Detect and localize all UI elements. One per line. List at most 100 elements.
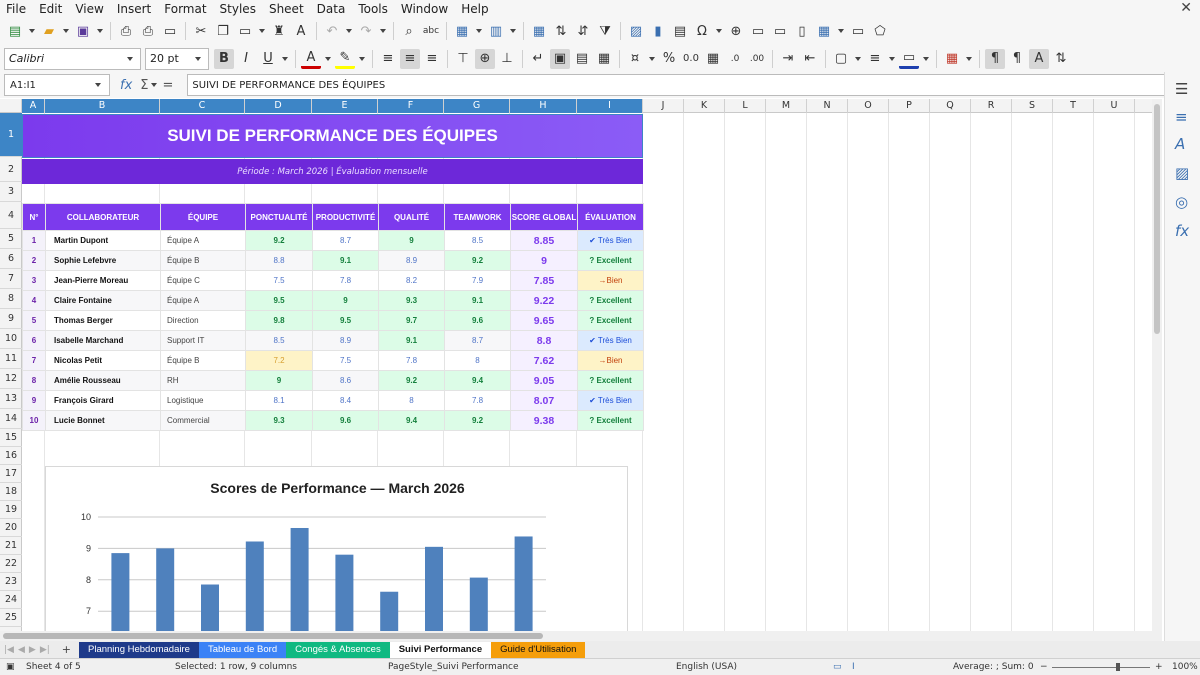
border-color-icon[interactable]: ▭ bbox=[899, 49, 919, 69]
teamwork-cell[interactable]: 7.8 bbox=[444, 390, 511, 411]
teamwork-cell[interactable]: 7.9 bbox=[444, 270, 511, 291]
teamwork-cell[interactable]: 9.1 bbox=[444, 290, 511, 311]
save-icon[interactable]: ▣ bbox=[73, 21, 93, 41]
clone-formatting-icon[interactable]: ♜ bbox=[269, 21, 289, 41]
selection-mode-icon[interactable]: ▭ bbox=[833, 662, 842, 672]
column-header-n[interactable]: N bbox=[807, 99, 848, 113]
insert-chart-icon[interactable]: ▮ bbox=[648, 21, 668, 41]
cut-icon[interactable]: ✂ bbox=[191, 21, 211, 41]
first-sheet-icon[interactable]: |◀ bbox=[4, 645, 14, 655]
column-header-c[interactable]: C bbox=[160, 99, 245, 113]
unmerge-icon[interactable]: ▤ bbox=[572, 49, 592, 69]
row-header-15[interactable]: 15 bbox=[0, 429, 22, 447]
column-header-j[interactable]: J bbox=[643, 99, 684, 113]
select-all-corner[interactable] bbox=[0, 99, 22, 113]
merge-cells-icon[interactable]: ▦ bbox=[594, 49, 614, 69]
split-window-icon[interactable]: ▭ bbox=[848, 21, 868, 41]
sort-descending-icon[interactable]: ⇵ bbox=[573, 21, 593, 41]
formula-equals-icon[interactable]: = bbox=[163, 78, 174, 93]
vertical-scrollbar[interactable] bbox=[1152, 99, 1162, 631]
row-number-cell[interactable]: 1 bbox=[22, 230, 46, 251]
align-middle-icon[interactable]: ⊕ bbox=[475, 48, 495, 69]
global-score-cell[interactable]: 7.85 bbox=[510, 270, 578, 291]
copy-icon[interactable]: ❐ bbox=[213, 21, 233, 41]
cursor-mode-icon[interactable]: I bbox=[852, 662, 855, 672]
team-cell[interactable]: Équipe A bbox=[160, 290, 246, 311]
define-print-area-icon[interactable]: ▯ bbox=[792, 21, 812, 41]
row-header-9[interactable]: 9 bbox=[0, 309, 22, 329]
paste-icon[interactable]: ▭ bbox=[235, 21, 255, 41]
column-header-f[interactable]: F bbox=[378, 99, 444, 113]
quality-cell[interactable]: 8 bbox=[378, 390, 445, 411]
column-header-l[interactable]: L bbox=[725, 99, 766, 113]
header-cell[interactable]: ÉVALUATION bbox=[577, 203, 644, 231]
collaborator-cell[interactable]: Sophie Lefebvre bbox=[45, 250, 161, 271]
menu-format[interactable]: Format bbox=[164, 2, 206, 16]
row-number-cell[interactable]: 5 bbox=[22, 310, 46, 331]
add-decimal-icon[interactable]: .0 bbox=[725, 49, 745, 69]
align-right-icon[interactable]: ≡ bbox=[422, 49, 442, 69]
tab-tableau-de-bord[interactable]: Tableau de Bord bbox=[198, 641, 287, 658]
row-header-3[interactable]: 3 bbox=[0, 182, 22, 202]
column-header-p[interactable]: P bbox=[889, 99, 930, 113]
print-icon[interactable]: ⎙ bbox=[138, 21, 158, 41]
row-number-cell[interactable]: 10 bbox=[22, 410, 46, 431]
column-header-m[interactable]: M bbox=[766, 99, 807, 113]
text-direction-icon[interactable]: A bbox=[1029, 48, 1049, 69]
column-header-h[interactable]: H bbox=[510, 99, 577, 113]
teamwork-cell[interactable]: 9.4 bbox=[444, 370, 511, 391]
collaborator-cell[interactable]: Martin Dupont bbox=[45, 230, 161, 251]
export-pdf-icon[interactable]: ⎙ bbox=[116, 21, 136, 41]
underline-icon[interactable]: U bbox=[258, 49, 278, 69]
sum-icon[interactable]: Σ bbox=[140, 78, 148, 93]
column-header-q[interactable]: Q bbox=[930, 99, 971, 113]
italic-icon[interactable]: I bbox=[236, 49, 256, 69]
comment-icon[interactable]: ▭ bbox=[748, 21, 768, 41]
row-header-4[interactable]: 4 bbox=[0, 202, 22, 229]
align-center-icon[interactable]: ≡ bbox=[400, 48, 420, 69]
collaborator-cell[interactable]: Amélie Rousseau bbox=[45, 370, 161, 391]
evaluation-cell[interactable]: →Bien bbox=[577, 350, 644, 371]
global-score-cell[interactable]: 9.05 bbox=[510, 370, 578, 391]
close-document-icon[interactable]: ✕ bbox=[1180, 0, 1192, 16]
navigator-icon[interactable]: ◎ bbox=[1175, 193, 1188, 211]
align-bottom-icon[interactable]: ⊥ bbox=[497, 49, 517, 69]
quality-cell[interactable]: 9.2 bbox=[378, 370, 445, 391]
insert-image-icon[interactable]: ▨ bbox=[626, 21, 646, 41]
row-header-19[interactable]: 19 bbox=[0, 501, 22, 519]
collaborator-cell[interactable]: Lucie Bonnet bbox=[45, 410, 161, 431]
team-cell[interactable]: Logistique bbox=[160, 390, 246, 411]
bold-icon[interactable]: B bbox=[214, 48, 234, 69]
quality-cell[interactable]: 8.9 bbox=[378, 250, 445, 271]
productivity-cell[interactable]: 8.7 bbox=[312, 230, 379, 251]
team-cell[interactable]: RH bbox=[160, 370, 246, 391]
currency-format-icon[interactable]: ¤ bbox=[625, 49, 645, 69]
sheet-subtitle[interactable]: Période : March 2026 | Évaluation mensue… bbox=[22, 159, 643, 184]
punctuality-cell[interactable]: 7.5 bbox=[245, 270, 313, 291]
teamwork-cell[interactable]: 9.6 bbox=[444, 310, 511, 331]
vertical-text-icon[interactable]: ⇅ bbox=[1051, 49, 1071, 69]
column-header-t[interactable]: T bbox=[1053, 99, 1094, 113]
global-score-cell[interactable]: 9.65 bbox=[510, 310, 578, 331]
menu-view[interactable]: View bbox=[75, 2, 103, 16]
formula-input[interactable]: SUIVI DE PERFORMANCE DES ÉQUIPES bbox=[187, 74, 1173, 96]
font-size-combo[interactable]: 20 pt bbox=[145, 47, 209, 70]
row-number-cell[interactable]: 9 bbox=[22, 390, 46, 411]
spreadsheet-grid[interactable]: ABCDEFGHIJKLMNOPQRSTU 1 2 3 4 5 6 7 8 9 10 11 12 13 1… bbox=[0, 99, 1152, 631]
page-style[interactable]: PageStyle_Suivi Performance bbox=[388, 662, 519, 672]
header-cell[interactable]: PONCTUALITÉ bbox=[245, 203, 313, 231]
sheet-title[interactable]: SUIVI DE PERFORMANCE DES ÉQUIPES bbox=[22, 114, 643, 158]
decrease-indent-icon[interactable]: ⇤ bbox=[800, 49, 820, 69]
undo-icon[interactable]: ↶ bbox=[322, 21, 342, 41]
teamwork-cell[interactable]: 9.2 bbox=[444, 410, 511, 431]
row-header-22[interactable]: 22 bbox=[0, 555, 22, 573]
evaluation-cell[interactable]: ✔ Très Bien bbox=[577, 330, 644, 351]
punctuality-cell[interactable]: 9.2 bbox=[245, 230, 313, 251]
tab-guide-utilisation[interactable]: Guide d'Utilisation bbox=[491, 641, 586, 658]
open-folder-icon[interactable]: ▰ bbox=[39, 21, 59, 41]
column-header-e[interactable]: E bbox=[312, 99, 378, 113]
header-cell[interactable]: ÉQUIPE bbox=[160, 203, 246, 231]
team-cell[interactable]: Direction bbox=[160, 310, 246, 331]
team-cell[interactable]: Équipe C bbox=[160, 270, 246, 291]
row-header-13[interactable]: 13 bbox=[0, 389, 22, 409]
